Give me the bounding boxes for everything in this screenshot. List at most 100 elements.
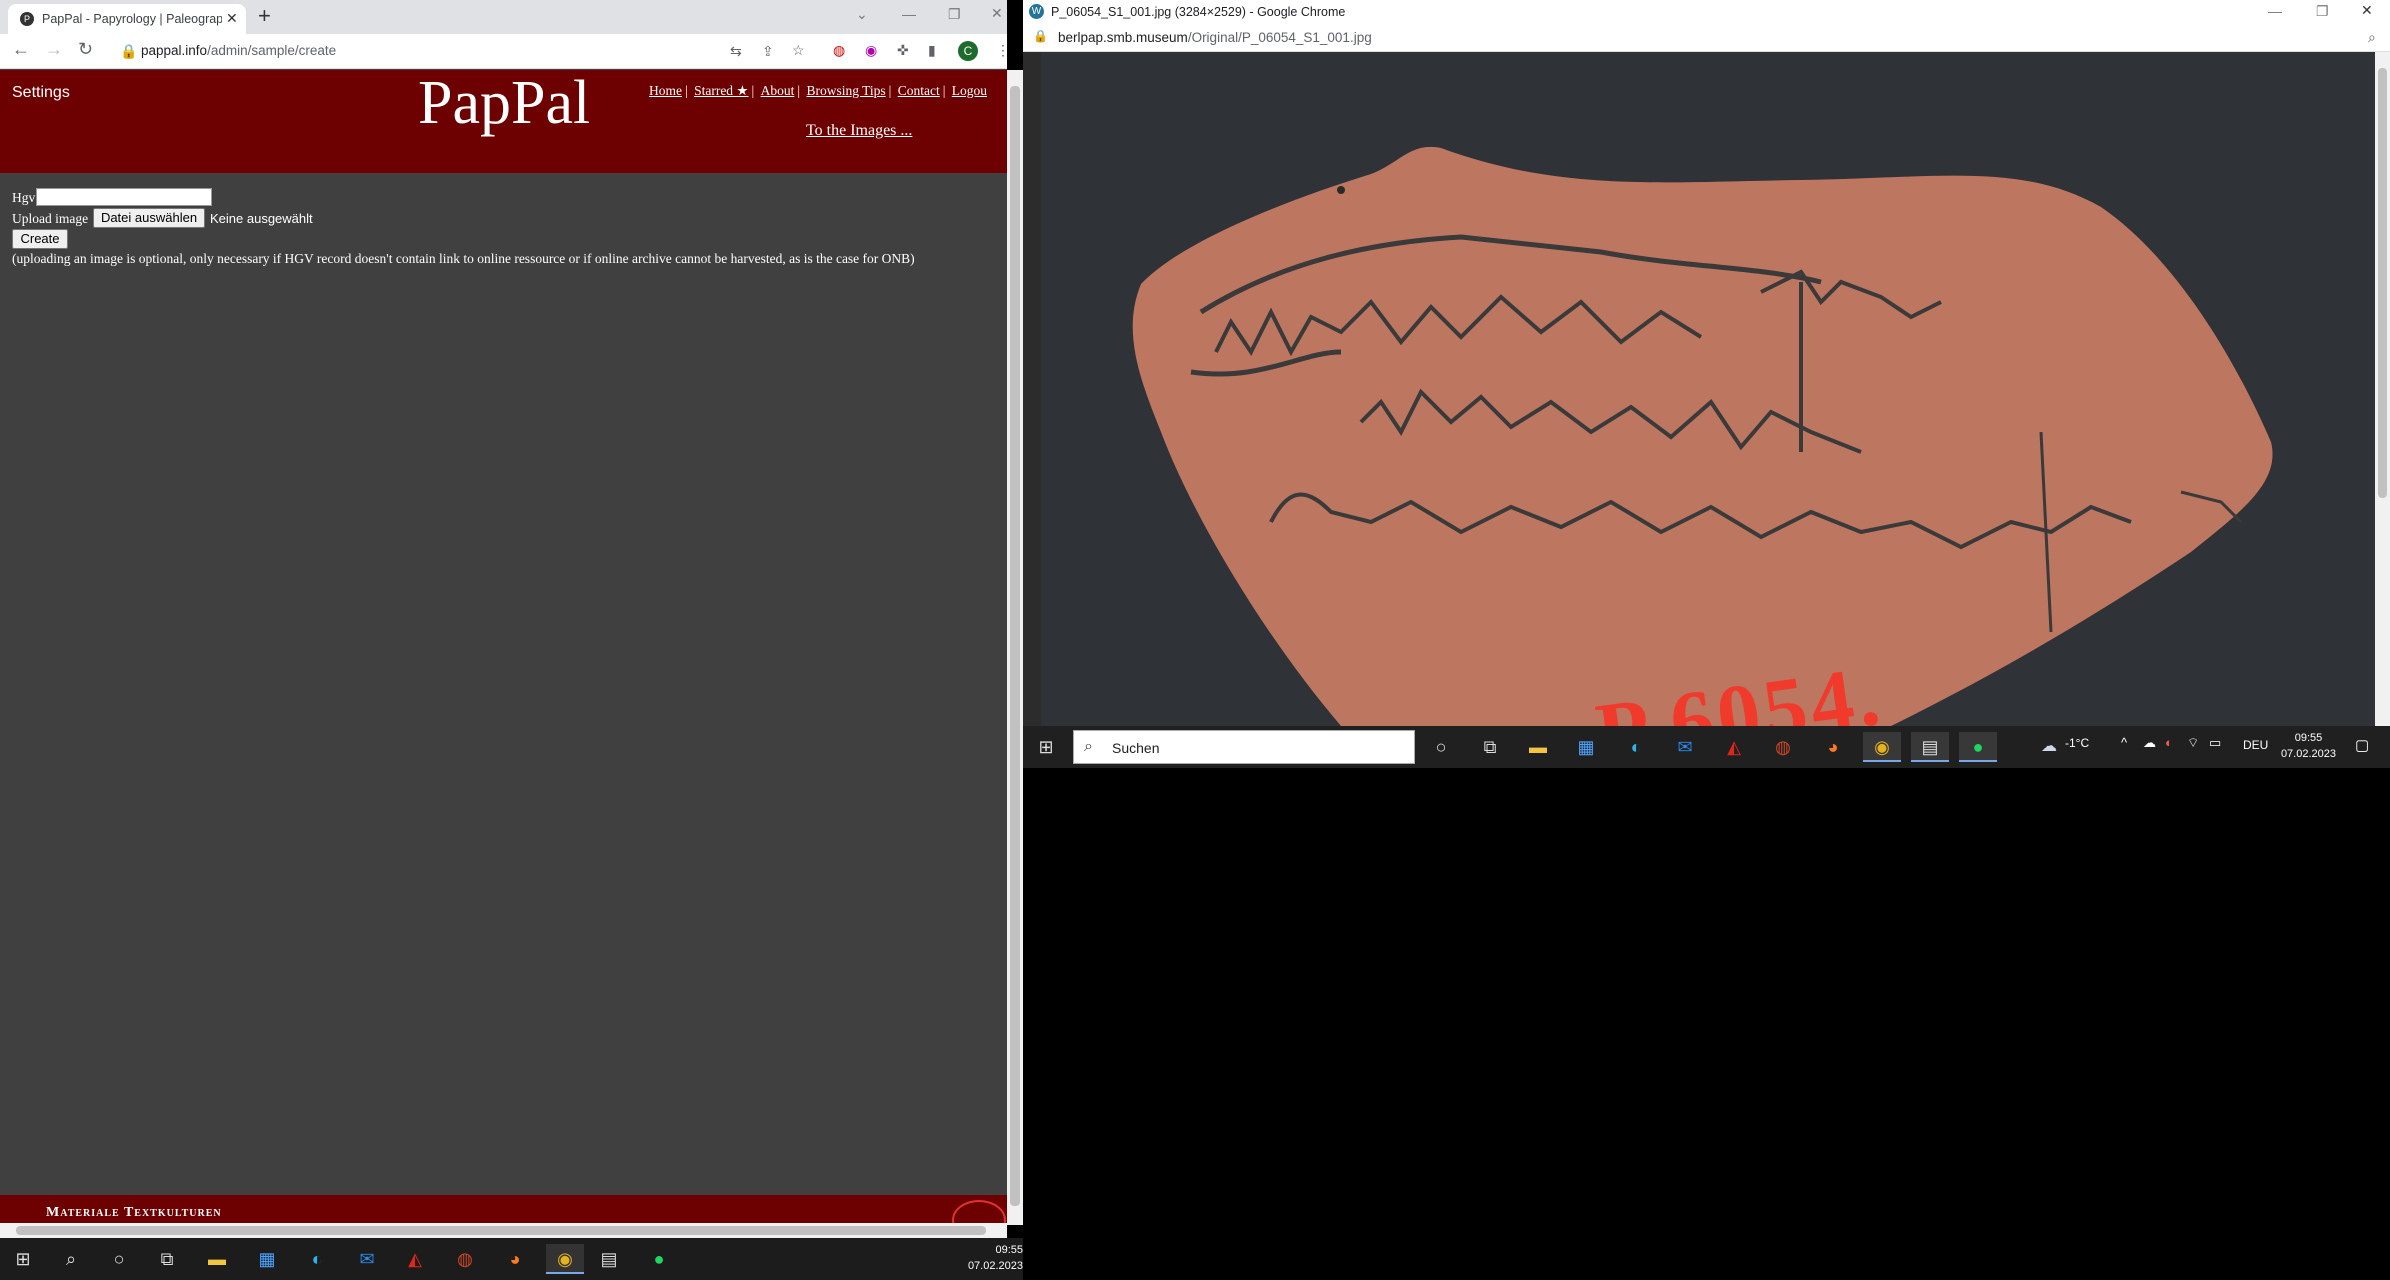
edge-icon[interactable]: ◐ (1621, 732, 1651, 762)
app-window-icon[interactable]: ▤ (1911, 732, 1949, 762)
windows-start-icon[interactable]: ⊞ (1031, 732, 1061, 762)
powerpoint-icon[interactable]: ◍ (1768, 732, 1798, 762)
back-icon[interactable]: ← (12, 39, 30, 60)
settings-link[interactable]: Settings (12, 84, 70, 102)
search-icon[interactable]: ⌕ (56, 1244, 86, 1274)
nav-contact[interactable]: Contact (898, 83, 940, 98)
acrobat-icon[interactable]: ◭ (400, 1244, 430, 1274)
spotify-icon[interactable]: ● (1959, 732, 1997, 762)
alert-icon[interactable]: ◐ (2165, 735, 2173, 750)
cortana-icon[interactable]: ○ (104, 1244, 134, 1274)
bookmark-star-icon[interactable]: ☆ (792, 42, 805, 59)
file-explorer-icon[interactable]: ▬ (1523, 732, 1553, 762)
chevron-down-icon[interactable]: ⌄ (856, 6, 868, 23)
cortana-icon[interactable]: ○ (1426, 732, 1456, 762)
app-window-icon[interactable]: ▤ (594, 1244, 624, 1274)
right-browser-window: W P_06054_S1_001.jpg (3284×2529) - Googl… (1023, 0, 2390, 726)
extension-icon[interactable]: ◍ (833, 42, 845, 59)
nav-browsing-tips[interactable]: Browsing Tips (806, 83, 885, 98)
cloud-sync-icon[interactable]: ☁ (2143, 735, 2156, 751)
store-icon[interactable]: ▦ (252, 1244, 282, 1274)
weather-icon[interactable]: ☁ (2041, 736, 2057, 756)
ostracon-photo (1041, 52, 2379, 726)
pappal-logo[interactable]: PapPal (418, 68, 590, 139)
zoom-icon[interactable]: ⌕ (2368, 29, 2376, 46)
acrobat-icon[interactable]: ◭ (1719, 732, 1749, 762)
language-indicator[interactable]: DEU (2243, 738, 2268, 752)
search-placeholder: Suchen (1112, 740, 1160, 756)
ostracon-image: P.6054. (1041, 52, 2379, 726)
scroll-thumb[interactable] (16, 1226, 986, 1235)
search-icon: ⌕ (1084, 738, 1093, 755)
firefox-icon[interactable]: ◕ (1818, 732, 1848, 762)
close-tab-icon[interactable]: ✕ (226, 10, 238, 27)
url-host: berlpap.smb.museum (1058, 30, 1188, 45)
pappal-header: Settings PapPal Home | Starred ★ | About | … (0, 68, 1007, 173)
nav-starred[interactable]: Starred ★ (694, 83, 748, 98)
battery-icon[interactable]: ▭ (2209, 735, 2221, 751)
windows-start-icon[interactable]: ⊞ (8, 1244, 38, 1274)
upload-label: Upload image (12, 211, 89, 226)
page-content: Settings PapPal Home | Starred ★ | About | … (0, 68, 1007, 1240)
file-explorer-icon[interactable]: ▬ (202, 1244, 232, 1274)
taskbar-search[interactable]: ⌕ Suchen (1073, 730, 1415, 764)
address-bar[interactable]: pappal.info/admin/sample/create (141, 43, 336, 58)
reload-icon[interactable]: ↻ (78, 39, 93, 60)
menu-icon[interactable]: ⋮ (996, 42, 1010, 59)
close-window-icon[interactable]: ✕ (2361, 2, 2373, 19)
toolbar: ← → ↻ 🔒 pappal.info/admin/sample/create … (0, 34, 1010, 69)
forward-icon[interactable]: → (45, 39, 63, 60)
url[interactable]: berlpap.smb.museum/Original/P_06054_S1_0… (1058, 30, 1372, 45)
restore-icon[interactable]: ❐ (2316, 3, 2329, 20)
tab-pappal[interactable]: P PapPal - Papyrology | Paleography ✕ (8, 4, 246, 34)
horizontal-scrollbar[interactable] (0, 1223, 1007, 1238)
vertical-scrollbar[interactable] (2375, 52, 2390, 726)
clock[interactable]: 09:55 07.02.2023 (953, 1242, 1023, 1274)
chevron-up-icon[interactable]: ^ (2121, 735, 2127, 750)
url-path: /Original/P_06054_S1_001.jpg (1187, 30, 1372, 45)
spotify-icon[interactable]: ● (644, 1244, 674, 1274)
hgv-input[interactable] (36, 188, 212, 206)
translate-icon[interactable]: ⇆ (730, 43, 742, 60)
address-bar[interactable]: 🔒 berlpap.smb.museum/Original/P_06054_S1… (1023, 24, 2390, 52)
lock-icon: 🔒 (1033, 29, 1048, 43)
new-tab-icon[interactable]: + (258, 4, 271, 28)
notification-icon[interactable]: ▢ (2355, 736, 2369, 754)
clock[interactable]: 09:55 07.02.2023 (2281, 730, 2336, 762)
share-icon[interactable]: ⇪ (762, 43, 774, 60)
powerpoint-icon[interactable]: ◍ (450, 1244, 480, 1274)
title-bar: W P_06054_S1_001.jpg (3284×2529) - Googl… (1023, 0, 2390, 24)
weather-temp[interactable]: -1°C (2065, 736, 2089, 750)
vertical-scrollbar[interactable] (1007, 70, 1023, 1225)
scroll-thumb[interactable] (1010, 86, 1020, 1206)
close-window-icon[interactable]: ✕ (991, 5, 1003, 22)
restore-icon[interactable]: ❐ (948, 6, 961, 23)
extension-2-icon[interactable]: ◉ (865, 42, 877, 59)
avatar[interactable]: C (958, 41, 978, 61)
lock-icon[interactable]: 🔒 (120, 43, 137, 60)
nav-logout[interactable]: Logou (952, 83, 987, 98)
mail-icon[interactable]: ✉ (1670, 732, 1700, 762)
to-images-link[interactable]: To the Images ... (806, 122, 912, 140)
firefox-icon[interactable]: ◕ (500, 1244, 530, 1274)
chrome-icon[interactable]: ◉ (1863, 732, 1901, 762)
minimize-icon[interactable]: — (2268, 3, 2282, 19)
task-view-icon[interactable]: ⧉ (1475, 732, 1505, 762)
nav-home[interactable]: Home (649, 83, 682, 98)
side-panel-icon[interactable]: ▮ (928, 42, 936, 59)
choose-file-button[interactable]: Datei auswählen (93, 208, 205, 228)
left-taskbar: ⊞ ⌕ ○ ⧉ ▬ ▦ ◐ ✉ ◭ ◍ ◕ ◉ ▤ ● 09:55 07.02.… (0, 1238, 1023, 1280)
clock-time: 09:55 (2294, 732, 2323, 744)
minimize-icon[interactable]: — (902, 6, 916, 22)
mail-icon[interactable]: ✉ (352, 1244, 382, 1274)
create-button[interactable]: Create (12, 229, 68, 249)
task-view-icon[interactable]: ⧉ (152, 1244, 182, 1274)
puzzle-icon[interactable]: ✜ (897, 42, 909, 59)
pappal-favicon-icon: P (20, 12, 34, 26)
chrome-icon[interactable]: ◉ (546, 1244, 584, 1274)
store-icon[interactable]: ▦ (1571, 732, 1601, 762)
wifi-icon[interactable]: ⌔ (2187, 735, 2199, 751)
nav-about[interactable]: About (761, 83, 795, 98)
scroll-thumb[interactable] (2378, 68, 2387, 498)
edge-icon[interactable]: ◐ (302, 1244, 332, 1274)
